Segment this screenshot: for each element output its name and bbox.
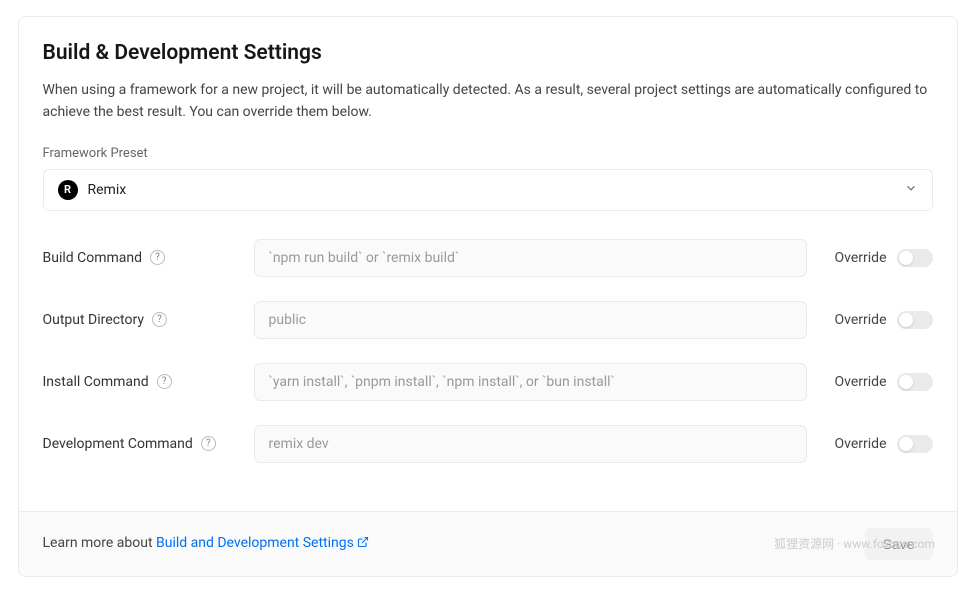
framework-preset-label: Framework Preset	[43, 146, 933, 161]
toggle-knob	[899, 437, 913, 451]
help-icon[interactable]: ?	[157, 374, 172, 389]
toggle-knob	[899, 375, 913, 389]
framework-preset-value: Remix	[88, 182, 894, 198]
card-footer: Learn more about Build and Development S…	[19, 511, 957, 576]
output-override-toggle[interactable]	[897, 311, 933, 329]
page-description: When using a framework for a new project…	[43, 79, 933, 124]
override-label: Override	[835, 374, 887, 390]
development-command-row: Development Command ? Override	[43, 425, 933, 463]
footer-link[interactable]: Build and Development Settings	[156, 535, 369, 551]
external-link-icon	[357, 536, 369, 552]
development-command-input[interactable]	[254, 425, 807, 463]
build-command-row: Build Command ? Override	[43, 239, 933, 277]
help-icon[interactable]: ?	[152, 312, 167, 327]
help-icon[interactable]: ?	[150, 250, 165, 265]
build-command-label-wrap: Build Command ?	[43, 250, 238, 266]
install-command-row: Install Command ? Override	[43, 363, 933, 401]
page-title: Build & Development Settings	[43, 41, 933, 65]
output-directory-input[interactable]	[254, 301, 807, 339]
install-override: Override	[823, 373, 933, 391]
output-directory-label-wrap: Output Directory ?	[43, 312, 238, 328]
output-override: Override	[823, 311, 933, 329]
build-command-label: Build Command	[43, 250, 143, 266]
remix-icon: R	[58, 180, 78, 200]
build-override: Override	[823, 249, 933, 267]
install-command-label: Install Command	[43, 374, 149, 390]
override-label: Override	[835, 436, 887, 452]
build-command-input[interactable]	[254, 239, 807, 277]
override-label: Override	[835, 250, 887, 266]
output-directory-label: Output Directory	[43, 312, 144, 328]
development-command-label-wrap: Development Command ?	[43, 436, 238, 452]
build-override-toggle[interactable]	[897, 249, 933, 267]
dev-override-toggle[interactable]	[897, 435, 933, 453]
card-body: Build & Development Settings When using …	[19, 17, 957, 511]
install-command-label-wrap: Install Command ?	[43, 374, 238, 390]
development-command-label: Development Command	[43, 436, 193, 452]
footer-link-text: Build and Development Settings	[156, 535, 354, 551]
install-command-input[interactable]	[254, 363, 807, 401]
toggle-knob	[899, 313, 913, 327]
footer-text: Learn more about Build and Development S…	[43, 535, 369, 552]
settings-card: Build & Development Settings When using …	[18, 16, 958, 577]
footer-prefix: Learn more about	[43, 535, 157, 551]
install-override-toggle[interactable]	[897, 373, 933, 391]
help-icon[interactable]: ?	[201, 436, 216, 451]
framework-preset-select[interactable]: R Remix	[43, 169, 933, 211]
save-button[interactable]: Save	[865, 528, 933, 560]
override-label: Override	[835, 312, 887, 328]
chevron-down-icon	[904, 180, 918, 199]
dev-override: Override	[823, 435, 933, 453]
output-directory-row: Output Directory ? Override	[43, 301, 933, 339]
toggle-knob	[899, 251, 913, 265]
